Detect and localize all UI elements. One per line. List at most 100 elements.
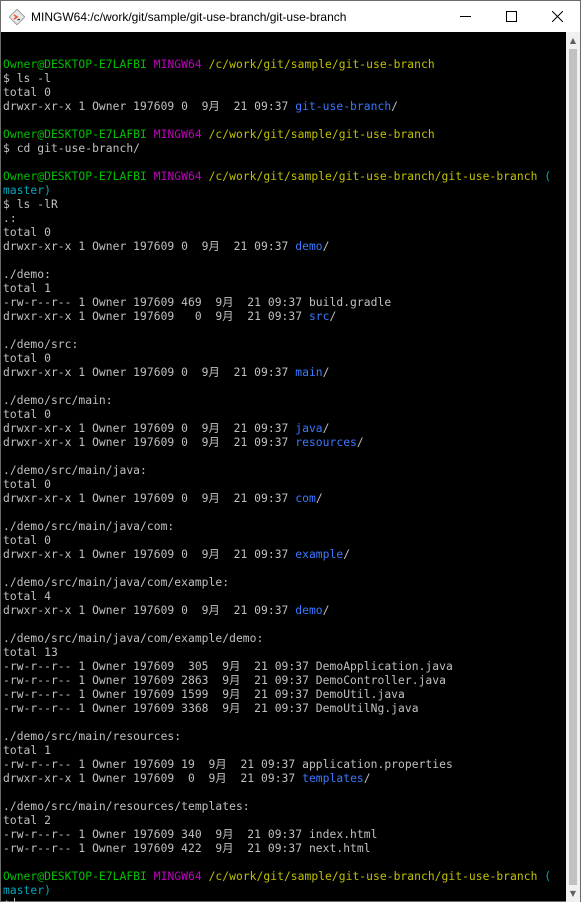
terminal-text: MINGW64 bbox=[153, 128, 202, 141]
terminal-text: drwxr-xr-x 1 Owner 197609 0 9月 21 09:37 bbox=[3, 772, 303, 785]
terminal-line: total 2 bbox=[1, 814, 567, 828]
terminal-text: com bbox=[295, 492, 316, 505]
terminal-text: Owner@DESKTOP-E7LAFBI bbox=[3, 170, 147, 183]
terminal-text: / bbox=[322, 422, 330, 435]
terminal-text: / bbox=[322, 604, 330, 617]
terminal-text: /c/work/git/sample/git-use-branch bbox=[208, 58, 435, 71]
terminal-text: drwxr-xr-x 1 Owner 197609 0 9月 21 09:37 bbox=[3, 100, 296, 113]
terminal-text: java bbox=[295, 422, 323, 435]
terminal-output[interactable]: Owner@DESKTOP-E7LAFBI MINGW64 /c/work/gi… bbox=[1, 32, 567, 902]
terminal-line: Owner@DESKTOP-E7LAFBI MINGW64 /c/work/gi… bbox=[1, 170, 567, 184]
terminal-line: drwxr-xr-x 1 Owner 197609 0 9月 21 09:37 … bbox=[1, 422, 567, 436]
terminal-text: demo bbox=[295, 240, 323, 253]
terminal-line: .: bbox=[1, 212, 567, 226]
terminal-line: drwxr-xr-x 1 Owner 197609 0 9月 21 09:37 … bbox=[1, 772, 567, 786]
terminal-line: -rw-r--r-- 1 Owner 197609 19 9月 21 09:37… bbox=[1, 758, 567, 772]
terminal-line: total 1 bbox=[1, 282, 567, 296]
terminal-line: ./demo/src/main/resources: bbox=[1, 730, 567, 744]
scroll-down-icon[interactable]: ▼ bbox=[566, 885, 580, 902]
terminal-text: total 0 bbox=[3, 352, 51, 365]
scroll-up-icon[interactable]: ▲ bbox=[566, 32, 580, 49]
vertical-scrollbar[interactable]: ▲ ▼ bbox=[566, 32, 580, 902]
terminal-text: git-use-branch bbox=[295, 100, 392, 113]
terminal-text: /c/work/git/sample/git-use-branch/git-us… bbox=[208, 870, 538, 883]
terminal-text: .: bbox=[3, 212, 17, 225]
terminal-line: ./demo/src/main/java/com/example: bbox=[1, 576, 567, 590]
terminal-text: templates bbox=[302, 772, 364, 785]
terminal-text: ./demo/src: bbox=[3, 338, 79, 351]
terminal-text: drwxr-xr-x 1 Owner 197609 0 9月 21 09:37 bbox=[3, 492, 296, 505]
terminal-line: total 0 bbox=[1, 86, 567, 100]
terminal-text: drwxr-xr-x 1 Owner 197609 0 9月 21 09:37 bbox=[3, 240, 296, 253]
terminal-line: $ ls -lR bbox=[1, 198, 567, 212]
terminal-text: demo bbox=[295, 604, 323, 617]
window-controls bbox=[442, 1, 580, 32]
terminal-line: ./demo/src/main: bbox=[1, 394, 567, 408]
terminal-line: -rw-r--r-- 1 Owner 197609 422 9月 21 09:3… bbox=[1, 842, 567, 856]
terminal-text: drwxr-xr-x 1 Owner 197609 0 9月 21 09:37 bbox=[3, 422, 296, 435]
terminal-text: -rw-r--r-- 1 Owner 197609 422 9月 21 09:3… bbox=[3, 842, 371, 855]
terminal-text: total 0 bbox=[3, 86, 51, 99]
terminal-line: drwxr-xr-x 1 Owner 197609 0 9月 21 09:37 … bbox=[1, 604, 567, 618]
terminal-text: / bbox=[363, 772, 371, 785]
terminal-line: ./demo/src/main/java/com: bbox=[1, 520, 567, 534]
terminal-line: Owner@DESKTOP-E7LAFBI MINGW64 /c/work/gi… bbox=[1, 870, 567, 884]
terminal-text: master) bbox=[3, 184, 51, 197]
text-cursor bbox=[13, 898, 15, 902]
terminal-text: total 0 bbox=[3, 226, 51, 239]
maximize-button[interactable] bbox=[488, 1, 534, 32]
scrollbar-thumb[interactable] bbox=[569, 49, 577, 885]
title-bar[interactable]: MINGW64:/c/work/git/sample/git-use-branc… bbox=[1, 1, 580, 32]
git-bash-icon bbox=[8, 8, 26, 25]
minimize-button[interactable] bbox=[442, 1, 488, 32]
terminal-line: drwxr-xr-x 1 Owner 197609 0 9月 21 09:37 … bbox=[1, 436, 567, 450]
terminal-text: ./demo/src/main/java/com/example: bbox=[3, 576, 230, 589]
terminal-text: ./demo/src/main/java/com/example/demo: bbox=[3, 632, 264, 645]
minimize-icon bbox=[459, 16, 471, 17]
terminal-text: Owner@DESKTOP-E7LAFBI bbox=[3, 128, 147, 141]
terminal-text: Owner@DESKTOP-E7LAFBI bbox=[3, 58, 147, 71]
terminal-text: total 2 bbox=[3, 814, 51, 827]
terminal-text: total 0 bbox=[3, 534, 51, 547]
terminal-line: drwxr-xr-x 1 Owner 197609 0 9月 21 09:37 … bbox=[1, 240, 567, 254]
terminal-line: drwxr-xr-x 1 Owner 197609 0 9月 21 09:37 … bbox=[1, 100, 567, 114]
terminal-line: ./demo: bbox=[1, 268, 567, 282]
terminal-window: MINGW64:/c/work/git/sample/git-use-branc… bbox=[0, 0, 581, 902]
terminal-text: src bbox=[308, 310, 330, 323]
terminal-text: drwxr-xr-x 1 Owner 197609 0 9月 21 09:37 bbox=[3, 604, 296, 617]
terminal-line: master) bbox=[1, 884, 567, 898]
terminal-line: -rw-r--r-- 1 Owner 197609 3368 9月 21 09:… bbox=[1, 702, 567, 716]
terminal-text: resources bbox=[295, 436, 357, 449]
terminal-text: / bbox=[391, 100, 399, 113]
terminal-line: total 4 bbox=[1, 590, 567, 604]
terminal-text: $ ls -lR bbox=[3, 198, 58, 211]
terminal-text: ( bbox=[537, 870, 552, 883]
terminal-line: drwxr-xr-x 1 Owner 197609 0 9月 21 09:37 … bbox=[1, 492, 567, 506]
terminal-text: main bbox=[295, 366, 323, 379]
terminal-text: ./demo/src/main/java: bbox=[3, 464, 147, 477]
close-icon bbox=[551, 11, 563, 22]
terminal-text: Owner@DESKTOP-E7LAFBI bbox=[3, 870, 147, 883]
close-button[interactable] bbox=[534, 1, 580, 32]
terminal-text: MINGW64 bbox=[153, 870, 202, 883]
terminal-text: MINGW64 bbox=[153, 170, 202, 183]
terminal-line: total 1 bbox=[1, 744, 567, 758]
terminal-text: total 1 bbox=[3, 744, 51, 757]
